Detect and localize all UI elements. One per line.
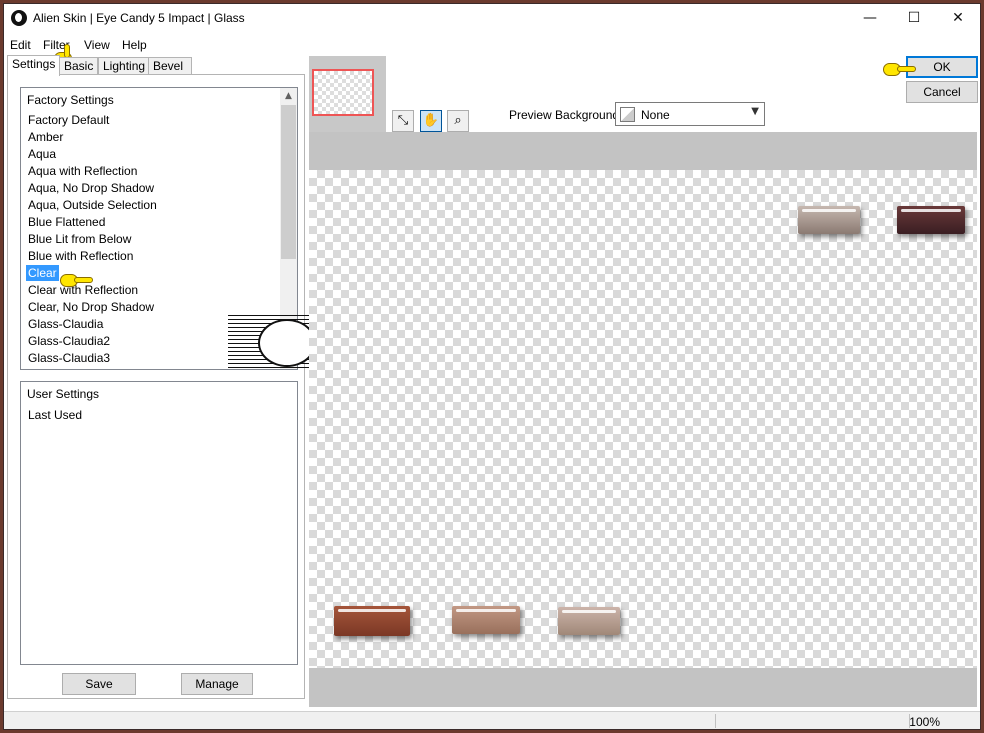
preview-background-select[interactable]: None ▼ xyxy=(615,102,765,126)
menu-help[interactable]: Help xyxy=(122,38,147,52)
user-settings-header: User Settings xyxy=(27,387,100,401)
dialog-window: Alien Skin | Eye Candy 5 Impact | Glass … xyxy=(3,3,981,730)
window-title: Alien Skin | Eye Candy 5 Impact | Glass xyxy=(33,11,245,25)
glass-tile-preview xyxy=(334,606,410,636)
hand-pointer-icon xyxy=(883,60,917,78)
list-item[interactable]: Glass-Claudia3 xyxy=(26,350,112,366)
preview-area[interactable] xyxy=(309,132,977,707)
hand-tool-icon[interactable]: ✋ xyxy=(420,110,442,132)
preview-background-value: None xyxy=(641,108,670,122)
watermark-seal xyxy=(258,319,316,367)
menu-edit[interactable]: Edit xyxy=(10,38,31,52)
factory-settings-header: Factory Settings xyxy=(27,93,114,107)
list-item-selected[interactable]: Clear xyxy=(26,265,59,281)
list-item[interactable]: Factory Default xyxy=(26,112,111,128)
scroll-thumb[interactable] xyxy=(281,105,296,259)
background-swatch-icon xyxy=(620,107,635,122)
hand-pointer-icon xyxy=(60,271,94,289)
maximize-icon[interactable]: ☐ xyxy=(892,4,936,32)
list-item[interactable]: Glass-Claudia2 xyxy=(26,333,112,349)
status-divider xyxy=(715,714,716,728)
cancel-button[interactable]: Cancel xyxy=(906,81,978,103)
glass-tile-preview xyxy=(798,206,860,234)
tab-lighting[interactable]: Lighting xyxy=(98,57,151,75)
settings-panel: Factory Settings Factory Default Amber A… xyxy=(7,74,305,699)
close-icon[interactable]: ✕ xyxy=(936,4,980,32)
preview-background-label: Preview Background: xyxy=(509,108,623,122)
list-item[interactable]: Blue Lit from Below xyxy=(26,231,133,247)
tab-basic[interactable]: Basic xyxy=(59,57,99,75)
list-item[interactable]: Glass-Claudia xyxy=(26,316,105,332)
manage-button[interactable]: Manage xyxy=(181,673,253,695)
navigator-thumbnail[interactable] xyxy=(309,56,386,134)
list-item[interactable]: Aqua xyxy=(26,146,58,162)
chevron-down-icon: ▼ xyxy=(751,106,759,117)
list-item[interactable]: Blue Flattened xyxy=(26,214,107,230)
list-item[interactable]: Amber xyxy=(26,129,65,145)
tab-bevel-profile[interactable]: Bevel Profile xyxy=(148,57,193,89)
navigate-tool-icon[interactable]: ⤡ xyxy=(392,110,414,132)
scroll-up-icon[interactable]: ▲ xyxy=(280,88,297,105)
save-button[interactable]: Save xyxy=(62,673,136,695)
minimize-icon[interactable]: — xyxy=(848,4,892,32)
status-bar: 100% xyxy=(4,711,980,729)
list-item[interactable]: Aqua, No Drop Shadow xyxy=(26,180,156,196)
list-item[interactable]: Last Used xyxy=(26,407,84,423)
list-item[interactable]: Aqua with Reflection xyxy=(26,163,139,179)
list-item[interactable]: Clear, No Drop Shadow xyxy=(26,299,156,315)
zoom-tool-icon[interactable]: ⌕ xyxy=(447,110,469,132)
user-settings-list[interactable]: User Settings Last Used xyxy=(20,381,298,665)
list-item[interactable]: Blue with Reflection xyxy=(26,248,135,264)
zoom-level: 100% xyxy=(909,715,940,729)
tab-settings[interactable]: Settings xyxy=(7,55,61,76)
navigator-view-frame[interactable] xyxy=(312,69,374,116)
glass-tile-preview xyxy=(897,206,965,234)
alien-skin-logo-icon xyxy=(11,10,27,26)
glass-tile-preview xyxy=(558,607,620,635)
preview-canvas[interactable] xyxy=(309,170,977,668)
title-bar: Alien Skin | Eye Candy 5 Impact | Glass … xyxy=(4,4,980,32)
list-item[interactable]: Aqua, Outside Selection xyxy=(26,197,159,213)
glass-tile-preview xyxy=(452,606,520,634)
